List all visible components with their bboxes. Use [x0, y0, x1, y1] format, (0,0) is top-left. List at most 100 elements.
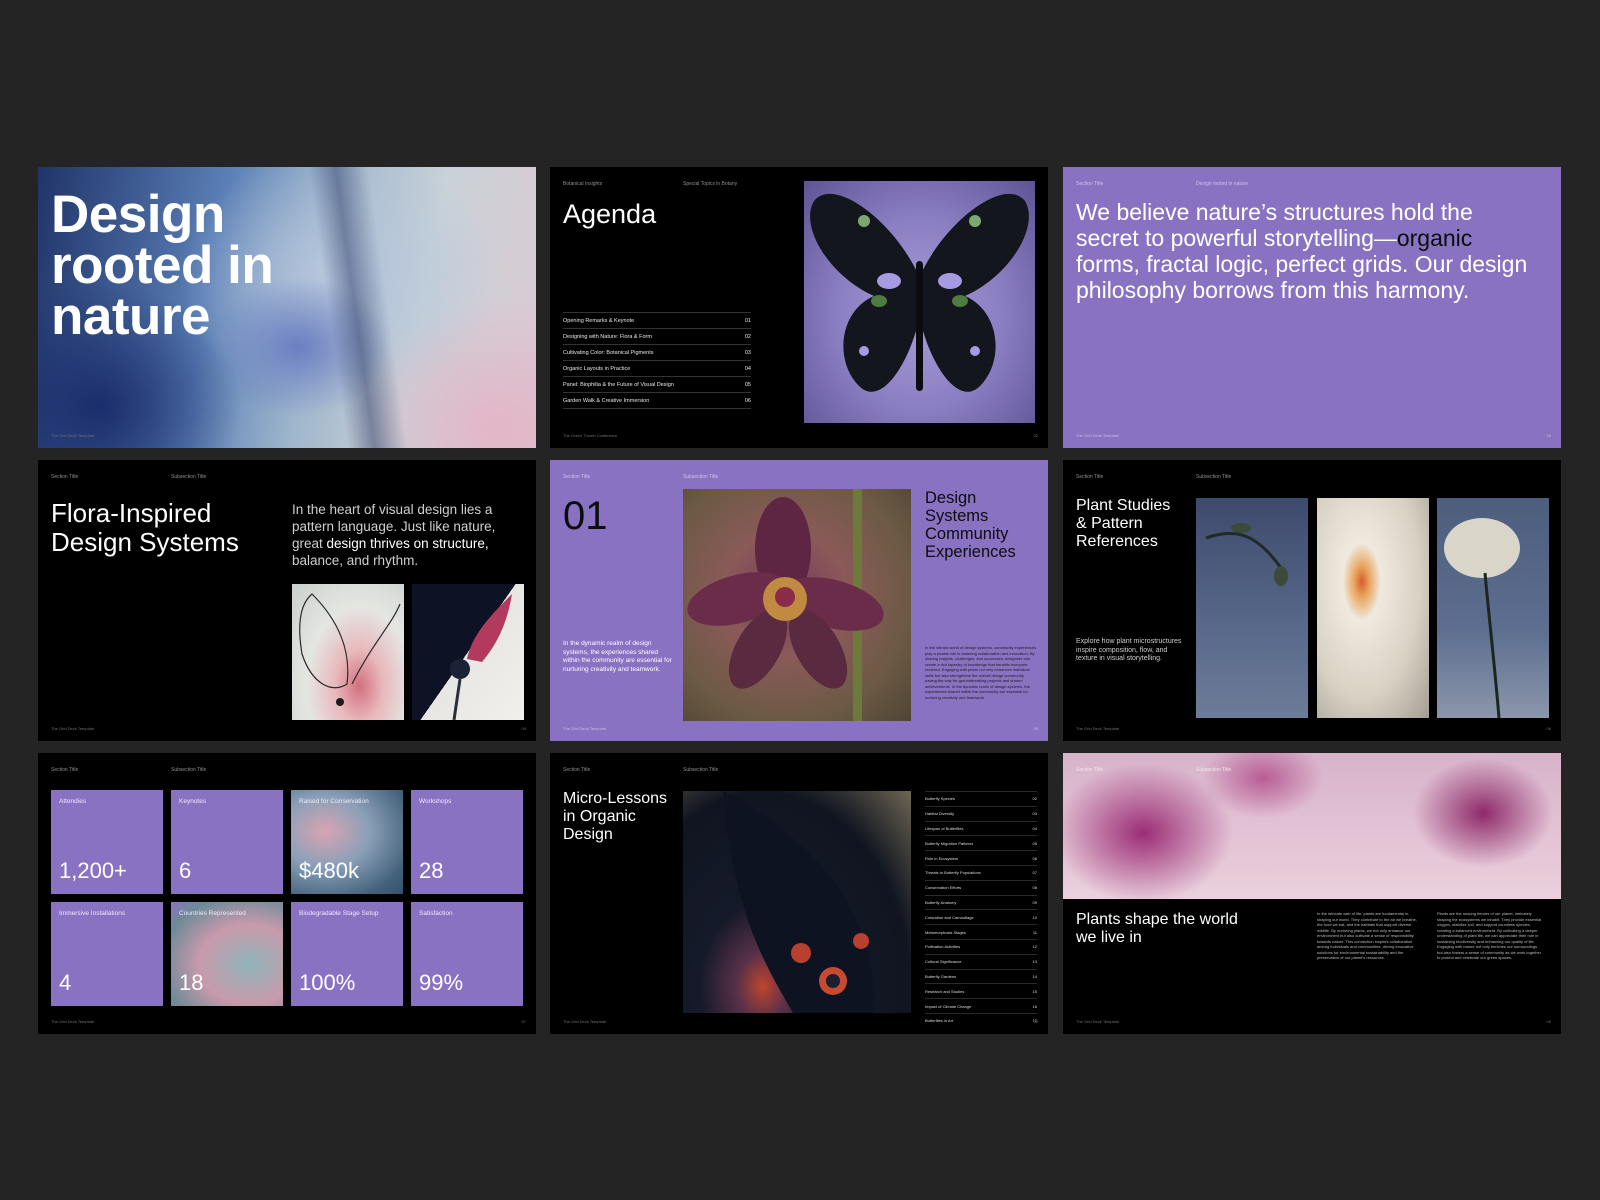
orchid-photo: [683, 489, 911, 721]
section-label: Section Title: [51, 767, 79, 773]
slide-caption: Explore how plant microstructures inspir…: [1076, 638, 1182, 662]
slide-micro-lessons[interactable]: Section Title Subsection Title Micro-Les…: [550, 753, 1048, 1034]
lesson-item: Butterflies in Art 17: [925, 1012, 1037, 1028]
slide-footer-left: The Grid Deck Template: [1076, 726, 1120, 731]
lesson-item: Butterfly Gardens 14: [925, 968, 1037, 984]
lesson-item: Coloration and Camouflage 10: [925, 909, 1037, 924]
lesson-item: Habitat Diversity 03: [925, 805, 1037, 821]
agenda-item: Cultivating Color: Botanical Pigments 03: [563, 344, 751, 360]
glasswing-butterfly-photo: [292, 584, 404, 720]
slide-title: Flora-Inspired Design Systems: [51, 498, 239, 557]
slide-page-number: 09: [1546, 1019, 1551, 1024]
slide-page-number: 03: [1546, 433, 1551, 438]
slide-title: Micro-Lessons in Organic Design: [563, 790, 668, 843]
lesson-item: Cultural Significance 13: [925, 953, 1037, 969]
slide-footer-left: The Green Thumb Conference: [563, 433, 618, 438]
lesson-item: Butterfly Migration Patterns 05: [925, 835, 1037, 850]
slide-agenda[interactable]: Botanical Insights Special Topics in Bot…: [550, 167, 1048, 448]
section-number: 01: [563, 494, 608, 538]
section-label: Section Title: [51, 474, 79, 480]
fabric-fold-graphic: [308, 167, 408, 448]
side-title: Design Systems Community Experiences: [925, 489, 1016, 561]
slide-flora-systems[interactable]: Section Title Subsection Title Flora-Ins…: [38, 460, 536, 741]
statement-text: We believe nature’s structures hold the …: [1076, 199, 1528, 303]
slide-plant-studies[interactable]: Section Title Subsection Title Plant Stu…: [1063, 460, 1561, 741]
slide-body-text: In the heart of visual design lies a pat…: [292, 502, 496, 568]
slide-footer-left: The Grid Deck Template: [1076, 433, 1120, 438]
cover-title-line: rooted in: [51, 236, 274, 295]
lesson-list: Butterfly Species 02 Habitat Diversity 03 …: [925, 791, 1037, 1028]
lesson-item: Conservation Efforts 08: [925, 879, 1037, 895]
stat-card: Attendies 1,200+: [51, 790, 163, 894]
slide-title: Plant Studies & Pattern References: [1076, 497, 1171, 550]
slide-footer-left: The Grid Deck Template: [1076, 1019, 1120, 1024]
side-body-text: In the vibrant world of design systems, …: [925, 645, 1037, 700]
slide-plants-world[interactable]: Section Title Subsection Title Plants sh…: [1063, 753, 1561, 1034]
slide-intro-text: In the dynamic realm of design systems, …: [563, 640, 672, 673]
plant-photo-white-flower: [1317, 498, 1429, 718]
agenda-item: Panel: Biophilia & the Future of Visual …: [563, 376, 751, 392]
lesson-item: Role in Ecosystem 06: [925, 850, 1037, 865]
cover-title-line: Design: [51, 185, 225, 244]
slide-stats[interactable]: Section Title Subsection Title Attendies…: [38, 753, 536, 1034]
slide-page-number: 05: [1033, 726, 1038, 731]
agenda-item: Opening Remarks & Keynote 01: [563, 312, 751, 328]
slide-page-number: 08: [1033, 1019, 1038, 1024]
slide-page-number: 06: [1546, 726, 1551, 731]
slide-footer-left: The Grid Deck Template: [563, 1019, 607, 1024]
stats-grid: Attendies 1,200+ Keynotes 6 Raised for Con…: [51, 790, 523, 1009]
subsection-label: Design rooted in nature: [1196, 181, 1248, 187]
stat-card: Workshops 28: [411, 790, 523, 894]
subsection-label: Subsection Title: [171, 474, 207, 480]
butterfly-wing-photo: [683, 791, 911, 1013]
section-label: Section Title: [1076, 474, 1104, 480]
slide-statement[interactable]: Section Title Design rooted in nature We…: [1063, 167, 1561, 448]
stat-card: Raised for Conservation $480k: [291, 790, 403, 894]
subsection-label: Special Topics in Botany: [683, 181, 738, 187]
lesson-item: Butterfly Species 02: [925, 791, 1037, 806]
lesson-item: Research and Studies 15: [925, 983, 1037, 998]
subsection-label: Subsection Title: [683, 474, 719, 480]
flower-silhouette-photo: [412, 584, 524, 721]
stat-card: Satisfaction 99%: [411, 902, 523, 1006]
slide-footer-left: The Grid Deck Template: [51, 726, 95, 731]
lesson-item: Metamorphosis Stages 11: [925, 924, 1037, 939]
subsection-label: Subsection Title: [683, 767, 719, 773]
slide-page-number: 02: [1033, 433, 1038, 438]
slide-footer-left: The Grid Deck Template: [51, 1019, 95, 1024]
plant-photo-bud: [1196, 498, 1308, 718]
agenda-item: Organic Layouts in Practice 04: [563, 360, 751, 376]
butterfly-graphic: [810, 193, 1029, 392]
subsection-label: Subsection Title: [1196, 474, 1232, 480]
subsection-label: Subsection Title: [1196, 767, 1232, 773]
cover-title: Design rooted in nature: [51, 185, 274, 346]
subsection-label: Subsection Title: [171, 767, 207, 773]
slide-community[interactable]: Section Title Subsection Title 01 In the…: [550, 460, 1048, 741]
cover-title-line: nature: [51, 287, 210, 346]
agenda-item: Designing with Nature: Flora & Form 02: [563, 328, 751, 344]
lesson-item: Lifespan of Butterflies 04: [925, 820, 1037, 836]
butterfly-photo: [804, 181, 1035, 423]
orchid-banner-photo: [1063, 753, 1561, 899]
lesson-item: Butterfly Anatomy 09: [925, 894, 1037, 910]
section-label: Botanical Insights: [563, 181, 603, 187]
agenda-list: Opening Remarks & Keynote 01 Designing wi…: [563, 312, 751, 409]
section-label: Section Title: [1076, 767, 1104, 773]
slide-footer-left: The Grid Deck Template: [563, 726, 607, 731]
slide-title: Plants shape the world we live in: [1076, 911, 1238, 946]
section-label: Section Title: [563, 474, 591, 480]
slide-page-number: 07: [521, 1019, 526, 1024]
agenda-item: Garden Walk & Creative Immersion 06: [563, 392, 751, 409]
body-column-2: Plants are the unsung heroes of our plan…: [1437, 911, 1542, 960]
slide-footer-left: The Grid Deck Template: [51, 433, 95, 438]
section-label: Section Title: [1076, 181, 1104, 187]
body-column-1: In the intricate web of life, plants are…: [1317, 911, 1417, 960]
slide-cover[interactable]: Design rooted in nature The Grid Deck Te…: [38, 167, 536, 448]
agenda-title: Agenda: [563, 199, 657, 229]
plant-photo-poppy: [1437, 498, 1549, 719]
lesson-item: Pollination Activities 12: [925, 938, 1037, 954]
lesson-item: Threats to Butterfly Populations 07: [925, 864, 1037, 880]
stat-card: Immersive Installations 4: [51, 902, 163, 1006]
section-label: Section Title: [563, 767, 591, 773]
lesson-item: Impact of Climate Change 16: [925, 998, 1037, 1013]
